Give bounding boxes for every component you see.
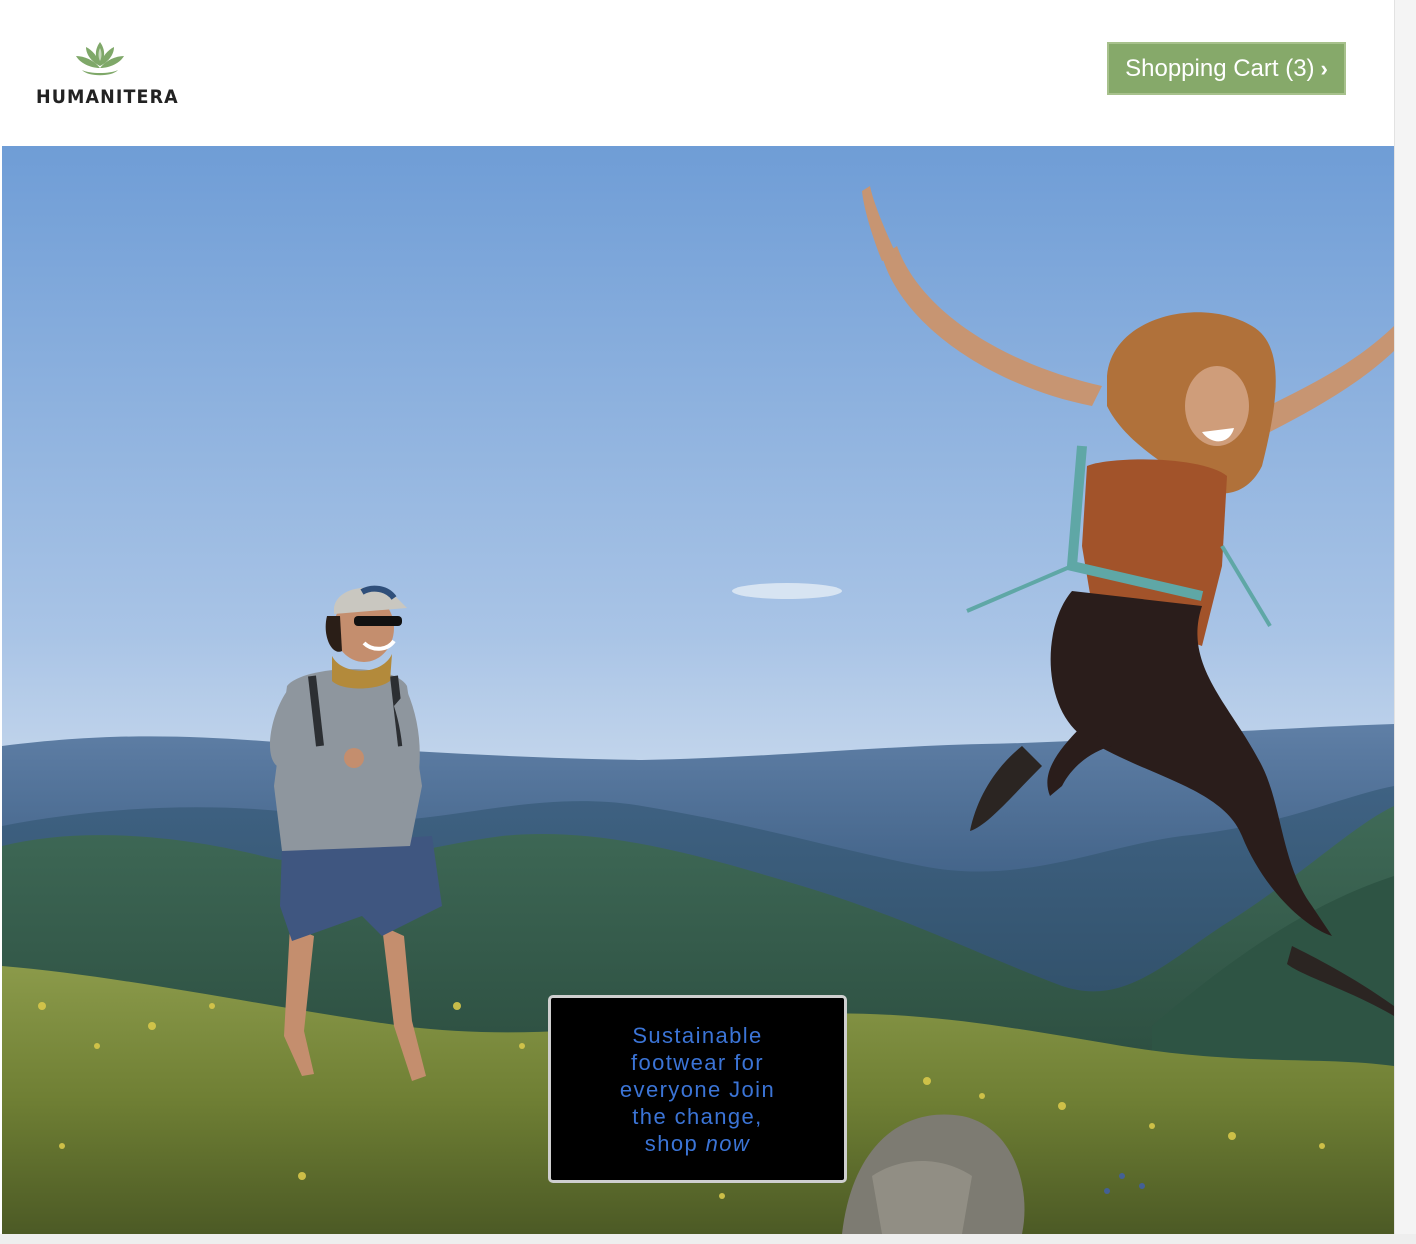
shopping-cart-label: Shopping Cart (3) <box>1125 54 1315 82</box>
brand-name: HUMANITERA <box>36 86 179 108</box>
page-bottom-edge <box>0 1234 1416 1244</box>
cta-emphasis-text: now <box>705 1130 751 1156</box>
shop-now-cta[interactable]: Sustainable footwear for everyone Join t… <box>548 995 847 1183</box>
brand-logo[interactable]: HUMANITERA <box>36 40 179 110</box>
shopping-cart-button[interactable]: Shopping Cart (3) › <box>1107 42 1346 95</box>
lotus-icon <box>76 42 124 76</box>
chevron-right-icon: › <box>1320 55 1328 81</box>
cta-text: Sustainable footwear for everyone Join t… <box>603 1022 793 1157</box>
site-header: HUMANITERA Shopping Cart (3) › <box>0 0 1394 146</box>
scrollbar-track[interactable] <box>1394 0 1416 1244</box>
cta-main-text: Sustainable footwear for everyone Join t… <box>619 1022 776 1156</box>
